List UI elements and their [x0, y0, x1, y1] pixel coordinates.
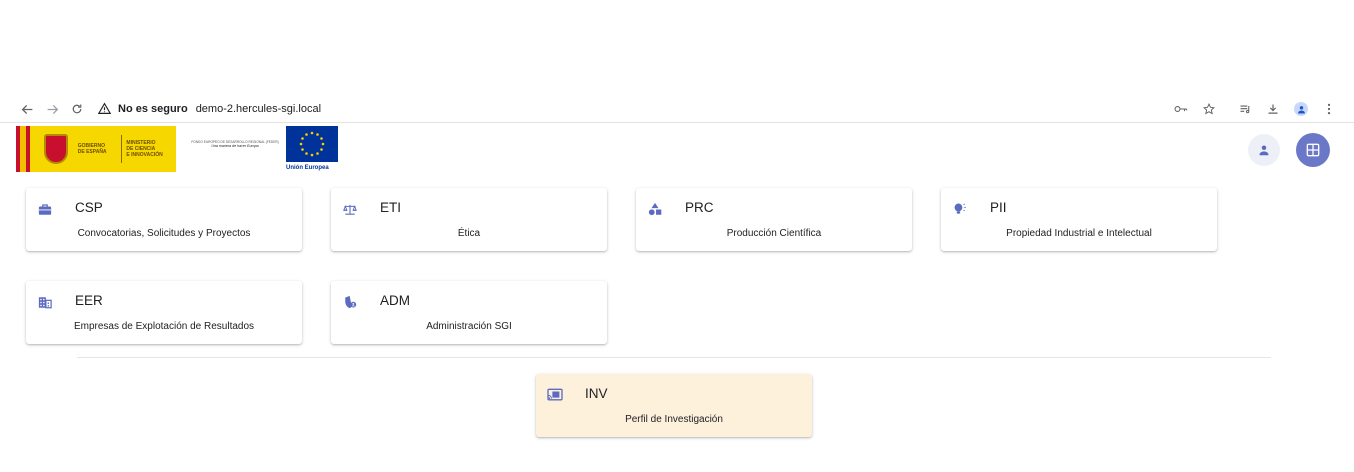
gobierno-espana-logo: GOBIERNO DE ESPAÑA MINISTERIO DE CIENCIA… [16, 126, 176, 172]
module-name: Producción Científica [726, 228, 822, 239]
module-code: EER [75, 293, 103, 308]
media-queue-icon[interactable] [1234, 98, 1256, 120]
section-divider [77, 357, 1271, 358]
person-icon [1259, 145, 1269, 156]
module-card-inv[interactable]: INV Perfil de Investigación [536, 374, 812, 437]
screen-share-icon [547, 388, 563, 402]
download-icon[interactable] [1262, 98, 1284, 120]
module-code: PRC [685, 200, 714, 215]
module-card-adm[interactable]: ADM Administración SGI [331, 281, 607, 344]
key-icon[interactable] [1170, 98, 1192, 120]
security-status[interactable]: No es seguro [118, 103, 188, 115]
feder-logo: FONDO EUROPEO DE DESARROLLO REGIONAL (FE… [191, 140, 279, 148]
eu-flag-icon [286, 126, 338, 162]
module-code: ADM [380, 293, 410, 308]
module-name: Propiedad Industrial e Intelectual [1006, 228, 1152, 239]
lightbulb-icon [953, 202, 967, 216]
category-shapes-icon [648, 202, 662, 216]
module-name: Ética [457, 228, 481, 239]
browser-toolbar: No es seguro demo-2.hercules-sgi.local [0, 96, 1354, 123]
eu-logo: Unión Europea [286, 126, 340, 176]
star-icon[interactable] [1198, 98, 1220, 120]
module-code: INV [585, 386, 608, 401]
admin-shield-icon [343, 295, 357, 309]
url-text[interactable]: demo-2.hercules-sgi.local [196, 103, 321, 115]
module-name: Perfil de Investigación [625, 414, 723, 425]
back-arrow-icon[interactable] [16, 98, 38, 120]
module-name: Administración SGI [426, 321, 512, 332]
grid-icon [1306, 143, 1320, 157]
app-header: GOBIERNO DE ESPAÑA MINISTERIO DE CIENCIA… [0, 124, 1354, 176]
address-bar[interactable]: No es seguro demo-2.hercules-sgi.local [98, 99, 321, 119]
scale-icon [343, 202, 357, 216]
user-account-button[interactable] [1248, 134, 1280, 166]
building-icon [38, 295, 52, 309]
module-code: ETI [380, 200, 402, 215]
warning-icon [98, 102, 112, 116]
coat-of-arms-icon [43, 134, 68, 164]
reload-icon[interactable] [66, 98, 88, 120]
module-card-prc[interactable]: PRC Producción Científica [636, 188, 912, 251]
module-card-pii[interactable]: PII Propiedad Industrial e Intelectual [941, 188, 1217, 251]
briefcase-icon [38, 202, 52, 216]
more-vertical-icon[interactable] [1318, 98, 1340, 120]
module-card-csp[interactable]: CSP Convocatorias, Solicitudes y Proyect… [26, 188, 302, 251]
module-name: Empresas de Explotación de Resultados [73, 321, 255, 332]
forward-arrow-icon[interactable] [41, 98, 63, 120]
profile-icon[interactable] [1290, 98, 1312, 120]
apps-grid-button[interactable] [1296, 133, 1330, 167]
module-code: CSP [75, 200, 103, 215]
module-card-eti[interactable]: ETI Ética [331, 188, 607, 251]
module-code: PII [990, 200, 1007, 215]
module-name: Convocatorias, Solicitudes y Proyectos [77, 228, 251, 239]
module-card-eer[interactable]: EER Empresas de Explotación de Resultado… [26, 281, 302, 344]
